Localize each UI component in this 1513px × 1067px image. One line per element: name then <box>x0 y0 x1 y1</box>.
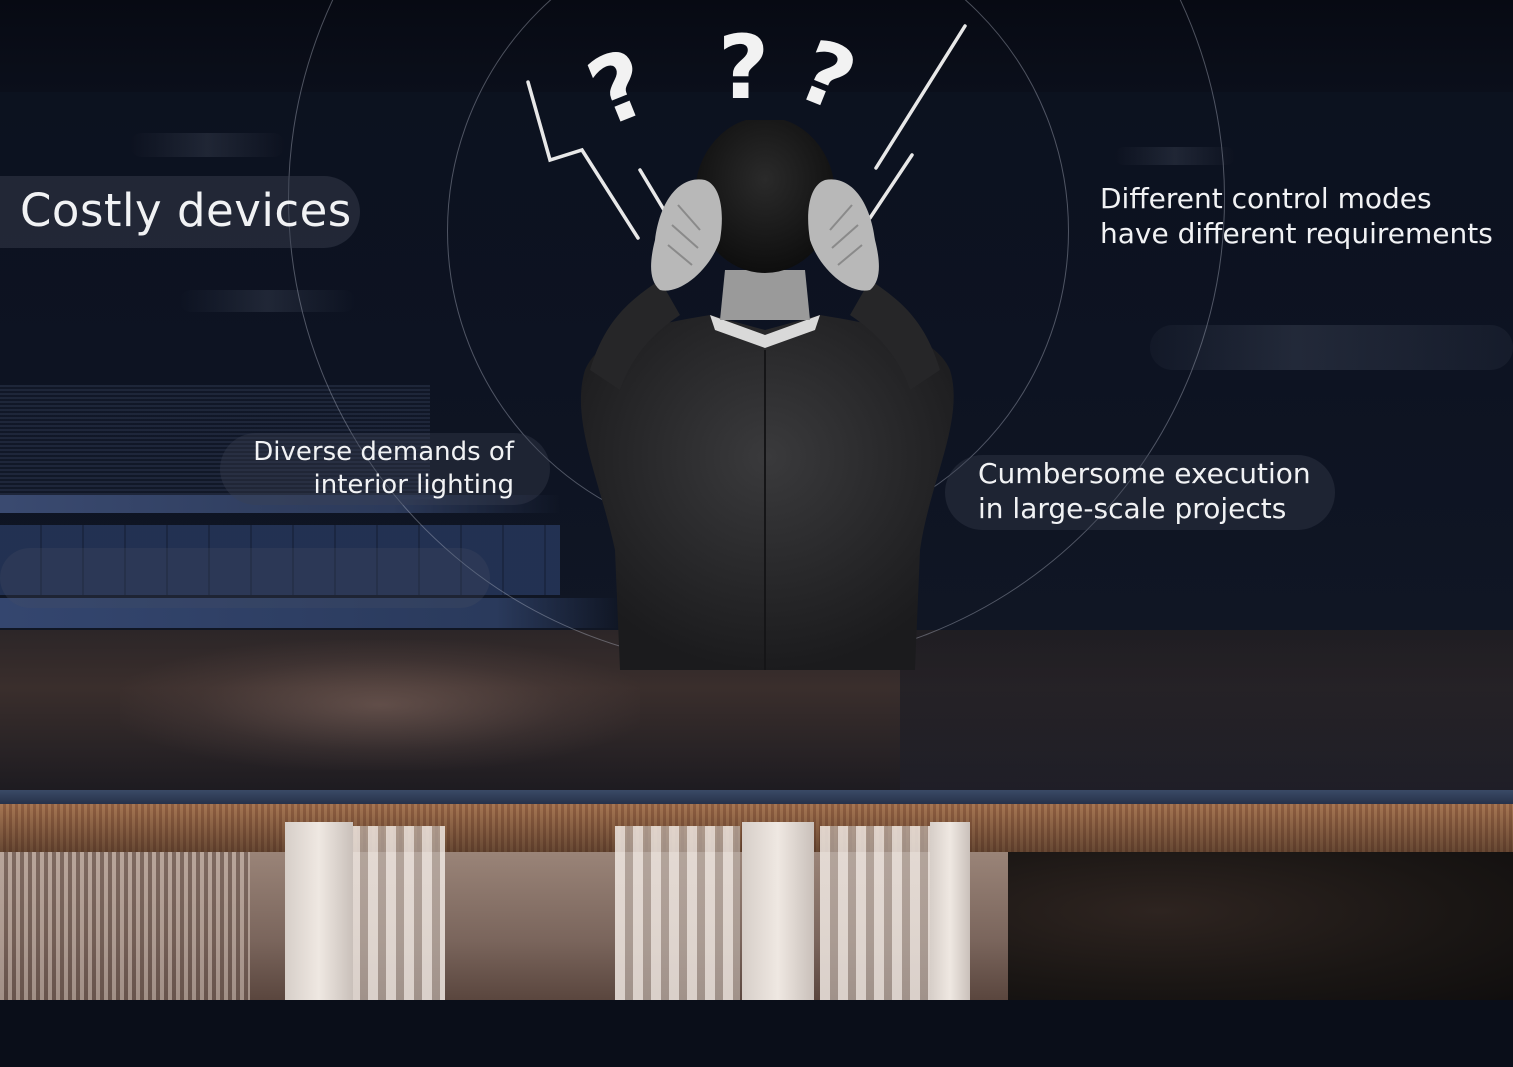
curtain <box>615 826 740 1000</box>
svg-text:?: ? <box>785 21 869 132</box>
dusk-trees-right <box>900 630 1513 795</box>
bottom-bar <box>0 1000 1513 1067</box>
label-cumbersome-execution: Cumbersome execution in large-scale proj… <box>978 456 1311 526</box>
label-diverse-demands: Diverse demands of interior lighting <box>200 436 514 502</box>
label-pill-diverse-shadow <box>0 548 490 608</box>
banner-scene: ? ? ? Costly devices Diverse demands of … <box>0 0 1513 1067</box>
label-different-line2: have different requirements <box>1100 217 1493 250</box>
curtain <box>350 826 445 1000</box>
curtain <box>820 826 930 1000</box>
label-different-line1: Different control modes <box>1100 182 1432 215</box>
label-costly-devices: Costly devices <box>20 184 352 237</box>
night-garden <box>1008 852 1513 1000</box>
pillar <box>285 822 353 1000</box>
decor-streak <box>130 133 285 157</box>
question-mark-icon: ? <box>718 16 769 119</box>
label-cumbersome-line2: in large-scale projects <box>978 492 1287 525</box>
label-diverse-line1: Diverse demands of <box>253 437 514 467</box>
label-cumbersome-line1: Cumbersome execution <box>978 457 1311 490</box>
interior-blinds <box>0 852 250 1000</box>
question-mark-icon: ? <box>785 21 869 132</box>
label-diverse-line2: interior lighting <box>313 470 515 500</box>
svg-text:?: ? <box>718 16 769 119</box>
pillar <box>742 822 814 1000</box>
pillar <box>930 822 970 1000</box>
label-different-control-modes: Different control modes have different r… <box>1100 181 1493 251</box>
stressed-man-figure <box>580 120 954 670</box>
lower-roof-edge <box>0 790 1513 804</box>
